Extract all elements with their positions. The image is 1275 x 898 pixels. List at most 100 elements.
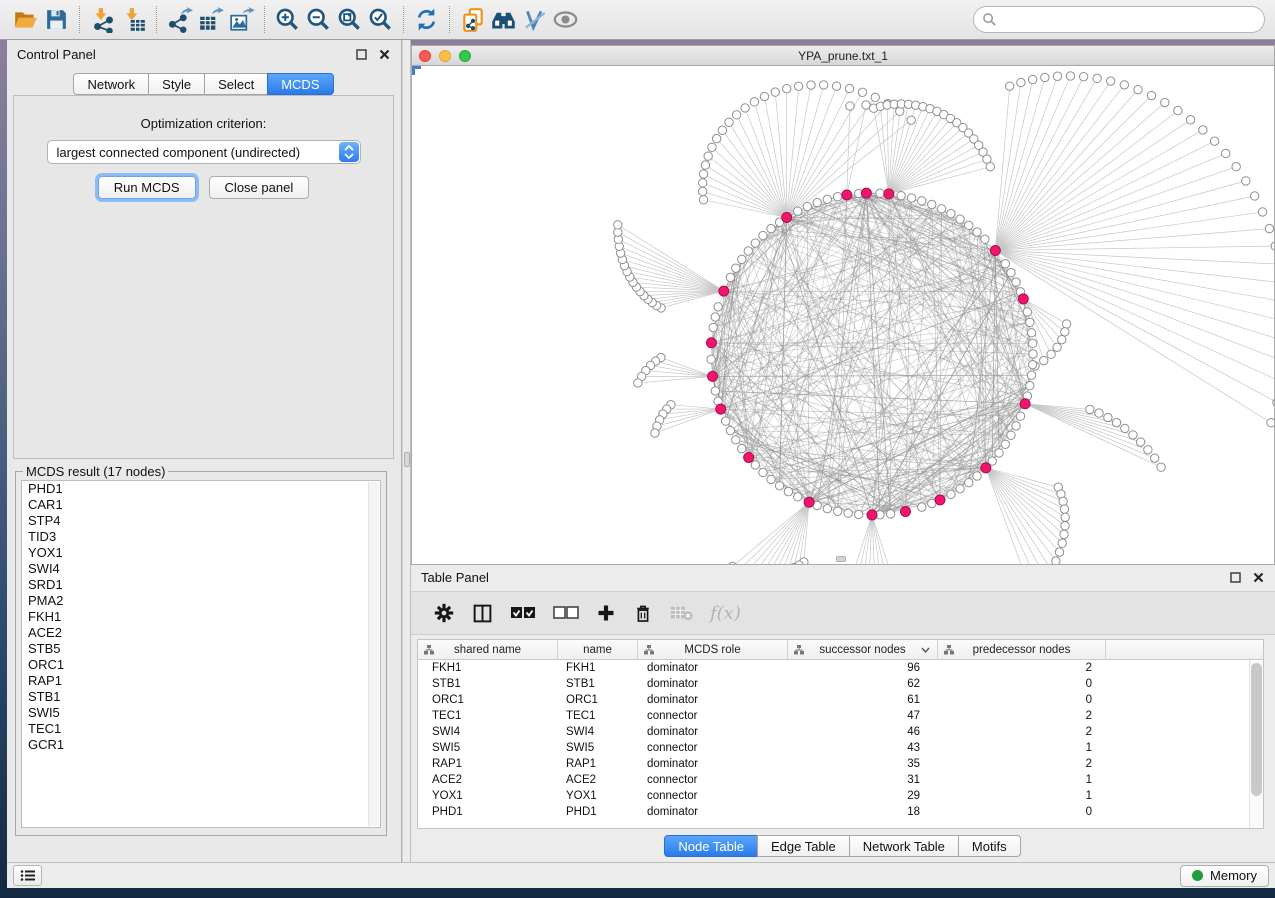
satellite-node[interactable] (1121, 424, 1129, 432)
satellite-node[interactable] (708, 143, 716, 151)
network-node[interactable] (823, 195, 831, 203)
cell-successor-nodes[interactable]: 35 (788, 756, 938, 772)
network-node[interactable] (784, 487, 792, 495)
satellite-node[interactable] (741, 104, 749, 112)
satellite-node[interactable] (1041, 73, 1049, 81)
network-node[interactable] (726, 426, 734, 434)
network-node[interactable] (1029, 350, 1037, 358)
network-node[interactable] (732, 436, 740, 444)
network-node[interactable] (1007, 431, 1015, 439)
cell-predecessor-nodes[interactable]: 0 (938, 676, 1106, 692)
cell-successor-nodes[interactable]: 43 (788, 740, 938, 756)
satellite-node[interactable] (614, 221, 622, 229)
satellite-node[interactable] (1104, 413, 1112, 421)
cell-mcds-role[interactable]: connector (638, 772, 788, 788)
table-row[interactable]: ORC1ORC1dominator610 (418, 692, 1263, 708)
satellite-node[interactable] (986, 163, 994, 171)
cell-shared-name[interactable]: STB1 (418, 676, 558, 692)
network-node[interactable] (775, 482, 783, 490)
satellite-node[interactable] (1157, 463, 1165, 471)
satellite-node[interactable] (907, 116, 915, 124)
satellite-node[interactable] (1147, 91, 1155, 99)
satellite-node[interactable] (1047, 350, 1055, 358)
satellite-node[interactable] (1060, 505, 1068, 513)
table-row[interactable]: ACE2ACE2connector311 (418, 772, 1263, 788)
save-session-button[interactable] (41, 4, 72, 35)
satellite-node[interactable] (1093, 74, 1101, 82)
mcds-result-item[interactable]: SWI4 (22, 561, 380, 577)
tab-network[interactable]: Network (73, 73, 149, 95)
satellite-node[interactable] (771, 88, 779, 96)
network-node[interactable] (956, 215, 964, 223)
cell-predecessor-nodes[interactable]: 1 (938, 788, 1106, 804)
satellite-node[interactable] (1232, 163, 1240, 171)
criterion-dropdown[interactable]: largest connected component (undirected) (47, 140, 361, 164)
network-node[interactable] (1027, 371, 1035, 379)
mcds-result-item[interactable]: CAR1 (22, 497, 380, 513)
network-node[interactable] (965, 478, 973, 486)
column-header-name[interactable]: name (558, 640, 638, 659)
find-button[interactable] (488, 4, 519, 35)
search-input[interactable] (973, 6, 1265, 33)
satellite-node[interactable] (794, 82, 802, 90)
mcds-hub-node[interactable] (1018, 294, 1028, 304)
network-node[interactable] (833, 193, 841, 201)
network-node[interactable] (1027, 329, 1035, 337)
satellite-node[interactable] (1144, 446, 1152, 454)
maximize-window-icon[interactable] (459, 50, 471, 62)
mcds-result-item[interactable]: GCR1 (22, 737, 380, 753)
cell-mcds-role[interactable]: dominator (638, 676, 788, 692)
satellite-node[interactable] (1129, 431, 1137, 439)
satellite-node[interactable] (1258, 208, 1266, 216)
network-node[interactable] (855, 510, 863, 518)
satellite-node[interactable] (1186, 116, 1194, 124)
network-node[interactable] (751, 239, 759, 247)
network-node[interactable] (1028, 360, 1036, 368)
cell-shared-name[interactable]: SWI5 (418, 740, 558, 756)
network-canvas[interactable] (412, 66, 1274, 564)
network-node[interactable] (803, 202, 811, 210)
satellite-node[interactable] (1061, 328, 1069, 336)
satellite-node[interactable] (819, 81, 827, 89)
export-image-button[interactable] (226, 4, 257, 35)
network-node[interactable] (794, 207, 802, 215)
zoom-fit-button[interactable] (334, 4, 365, 35)
mcds-hub-node[interactable] (744, 452, 754, 462)
cell-predecessor-nodes[interactable]: 1 (938, 772, 1106, 788)
show-columns-button[interactable] (472, 603, 493, 624)
satellite-node[interactable] (732, 111, 740, 119)
satellite-node[interactable] (1058, 335, 1066, 343)
network-node[interactable] (721, 417, 729, 425)
satellite-node[interactable] (712, 134, 720, 142)
network-node[interactable] (1026, 318, 1034, 326)
mcds-result-item[interactable]: ORC1 (22, 657, 380, 673)
network-node[interactable] (995, 449, 1003, 457)
network-node[interactable] (844, 509, 852, 517)
satellite-node[interactable] (1199, 126, 1207, 134)
network-node[interactable] (918, 197, 926, 205)
tab-motifs[interactable]: Motifs (958, 835, 1021, 857)
select-all-rows-button[interactable] (510, 606, 536, 620)
memory-button[interactable]: Memory (1180, 865, 1269, 887)
zoom-in-button[interactable] (272, 4, 303, 35)
satellite-node[interactable] (1222, 149, 1230, 157)
satellite-node[interactable] (846, 102, 854, 110)
network-node[interactable] (1001, 260, 1009, 268)
cell-name[interactable]: SWI4 (558, 724, 638, 740)
column-header-predecessor-nodes[interactable]: predecessor nodes (938, 640, 1106, 659)
delete-column-button[interactable] (633, 603, 653, 624)
satellite-node[interactable] (750, 98, 758, 106)
satellite-node[interactable] (725, 118, 733, 126)
satellite-node[interactable] (1210, 137, 1218, 145)
network-node[interactable] (759, 231, 767, 239)
network-node[interactable] (751, 461, 759, 469)
mcds-hub-node[interactable] (935, 495, 945, 505)
table-scrollbar-track[interactable] (1249, 660, 1263, 828)
satellite-node[interactable] (699, 196, 707, 204)
satellite-node[interactable] (858, 88, 866, 96)
network-node[interactable] (738, 444, 746, 452)
table-scrollbar-thumb[interactable] (1251, 663, 1262, 796)
satellite-node[interactable] (1061, 522, 1069, 530)
satellite-node[interactable] (1058, 539, 1066, 547)
mcds-hub-node[interactable] (804, 497, 814, 507)
